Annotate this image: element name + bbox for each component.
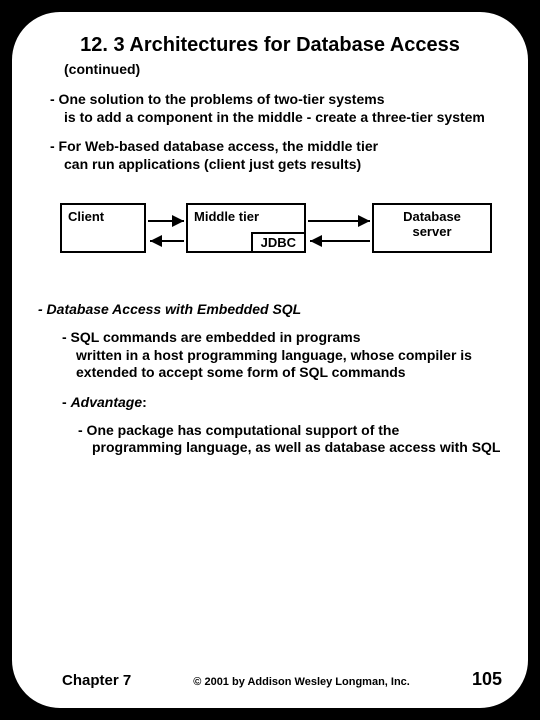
paragraph-2: - For Web-based database access, the mid… [50, 138, 508, 173]
paragraph-1: - One solution to the problems of two-ti… [50, 91, 508, 126]
sub1-rest: written in a host programming language, … [62, 347, 508, 382]
sub1-line1: - SQL commands are embedded in programs [62, 329, 360, 345]
architecture-diagram: Client Middle tier JDBC Database server [32, 193, 508, 283]
slide-subtitle: (continued) [64, 61, 508, 77]
sub2-line1: - One package has computational support … [78, 422, 399, 438]
footer-chapter: Chapter 7 [62, 672, 131, 689]
advantage-label: - Advantage: [62, 394, 508, 410]
para2-line1: - For Web-based database access, the mid… [50, 138, 378, 154]
footer-page-number: 105 [472, 669, 502, 690]
adv-colon: : [142, 394, 147, 410]
slide-title: 12. 3 Architectures for Database Access [32, 34, 508, 57]
sub-paragraph-1: - SQL commands are embedded in programs … [62, 329, 508, 382]
footer-copyright: © 2001 by Addison Wesley Longman, Inc. [193, 676, 410, 688]
diagram-arrows [32, 193, 508, 283]
adv-word: Advantage [71, 394, 143, 410]
sub-paragraph-2: - One package has computational support … [78, 422, 508, 457]
para2-rest: can run applications (client just gets r… [50, 156, 508, 174]
slide-frame: 12. 3 Architectures for Database Access … [10, 10, 530, 710]
adv-dash: - [62, 394, 71, 410]
sub2-rest: programming language, as well as databas… [78, 439, 508, 457]
para1-rest: is to add a component in the middle - cr… [50, 109, 508, 127]
section-embedded-sql: - Database Access with Embedded SQL [38, 301, 508, 317]
para1-line1: - One solution to the problems of two-ti… [50, 91, 384, 107]
slide-footer: Chapter 7 © 2001 by Addison Wesley Longm… [32, 669, 508, 690]
